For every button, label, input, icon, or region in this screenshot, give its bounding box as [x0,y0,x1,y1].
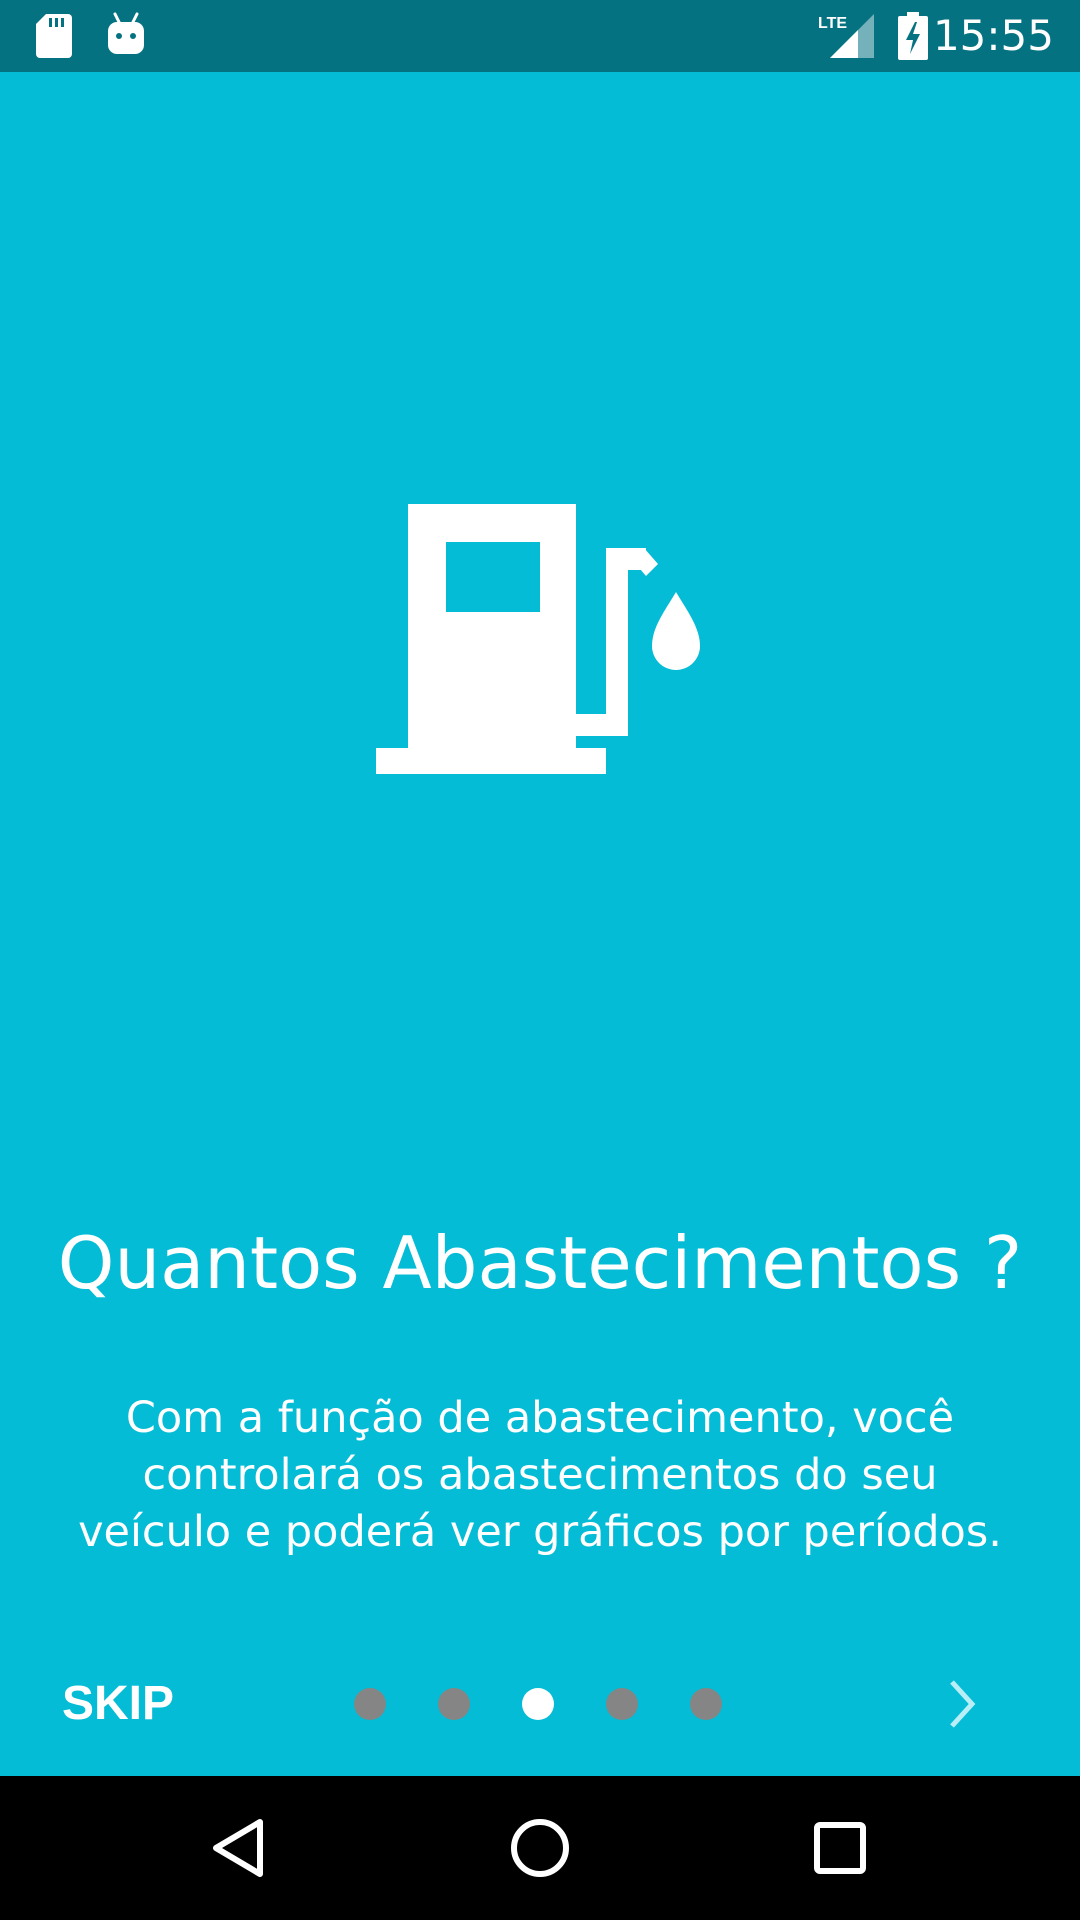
navigation-bar [0,1776,1080,1920]
fuel-pump-icon [376,504,700,774]
slide-description: Com a função de abastecimento, você cont… [78,1393,1002,1557]
battery-charging-icon [898,12,928,60]
page-dot-4[interactable] [606,1688,638,1720]
back-button[interactable] [204,1812,276,1884]
page-indicator [354,1688,726,1720]
back-icon [213,1819,263,1877]
chevron-right-icon [950,1680,976,1728]
sd-card-icon [36,14,72,58]
home-button[interactable] [504,1812,576,1884]
clock: 15:55 [932,11,1054,60]
page-dot-5[interactable] [690,1688,722,1720]
page-dot-1[interactable] [354,1688,386,1720]
recents-button[interactable] [804,1812,876,1884]
next-button[interactable] [930,1676,990,1732]
slide-title: Quantos Abastecimentos ? [57,1221,1023,1305]
page-dot-3[interactable] [522,1688,554,1720]
android-debug-icon [108,12,144,54]
lte-signal-icon: LTE [818,14,874,58]
page-dot-2[interactable] [438,1688,470,1720]
lte-label: LTE [818,15,847,32]
skip-button[interactable]: SKIP [50,1676,186,1732]
home-icon [511,1819,569,1877]
recents-icon [814,1822,866,1874]
status-bar: LTE 15:55 [0,0,1080,72]
